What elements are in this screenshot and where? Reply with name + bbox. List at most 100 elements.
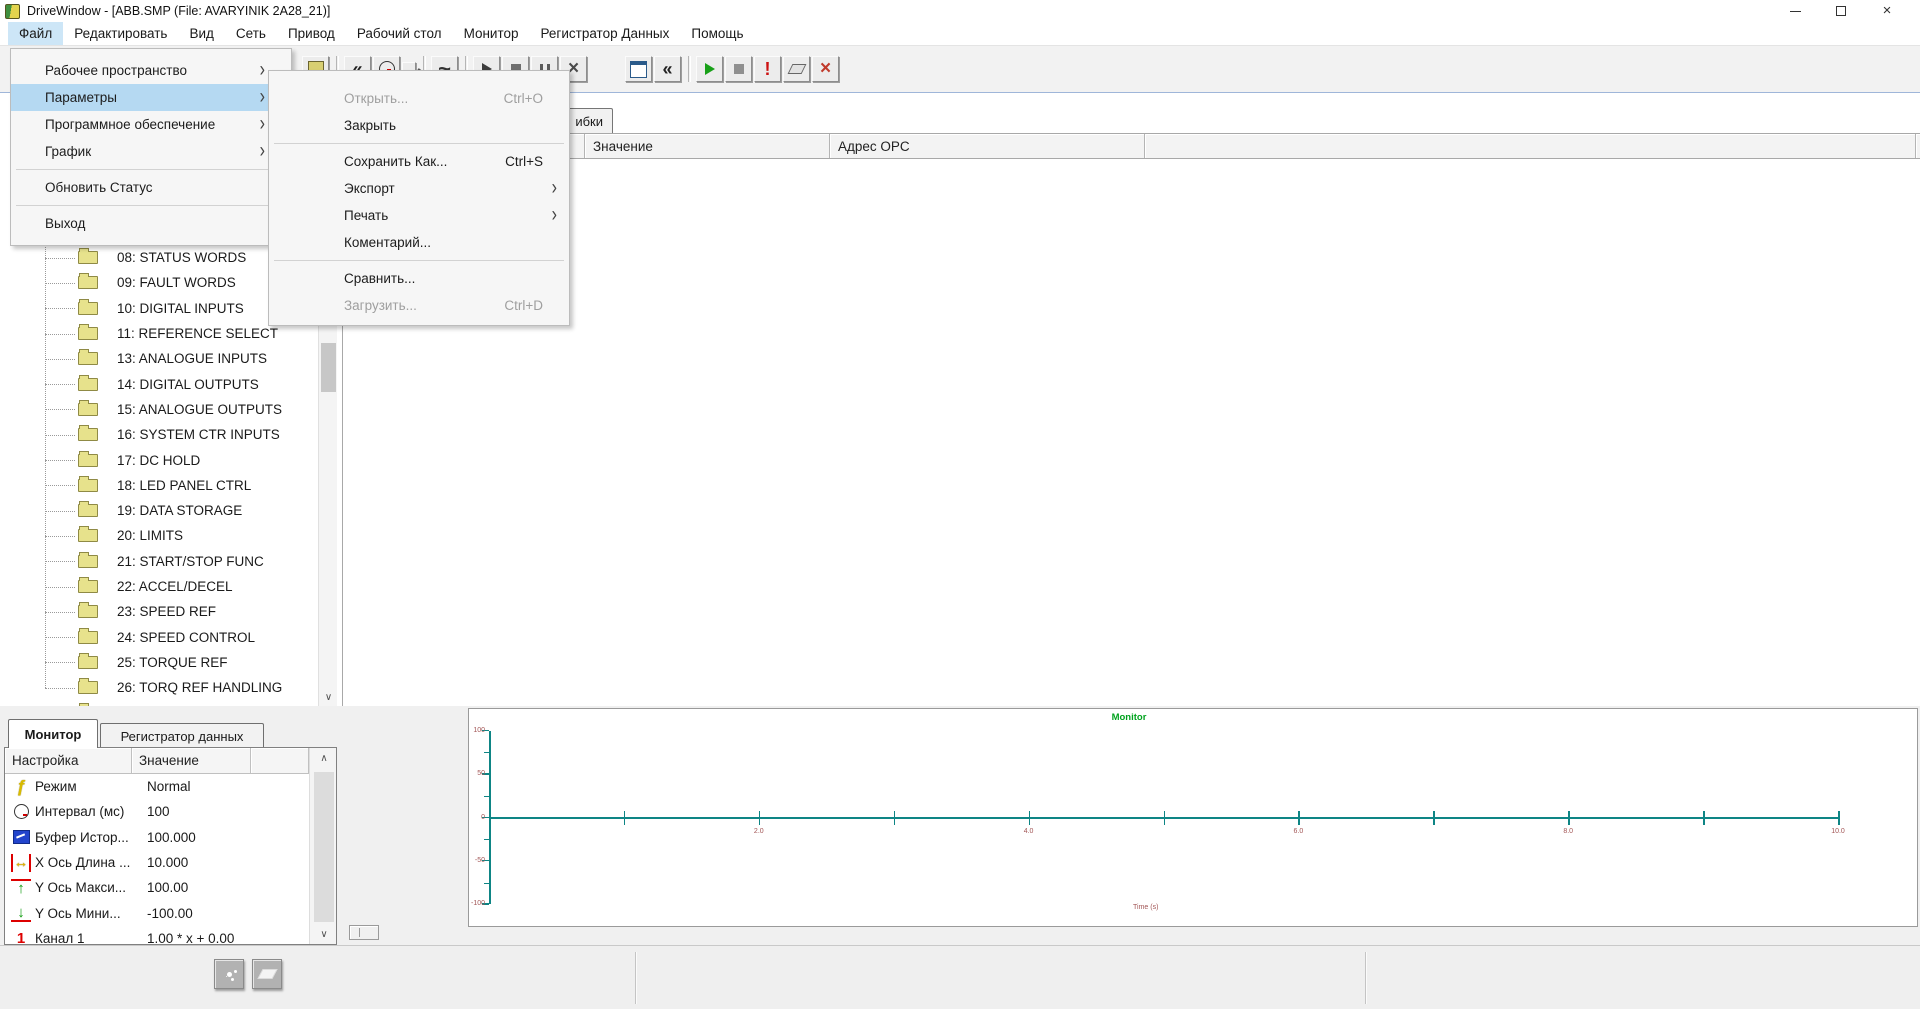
menubar-item[interactable]: Вид — [178, 22, 224, 45]
tree-item[interactable]: 25: TORQUE REF — [0, 650, 318, 675]
menubar-item[interactable]: Рабочий стол — [346, 22, 453, 45]
menubar-item[interactable]: Привод — [277, 22, 346, 45]
pane-splitter-grip[interactable] — [349, 925, 379, 940]
column-header-setting[interactable]: Настройка — [5, 748, 132, 773]
exclamation-icon[interactable] — [754, 56, 781, 82]
menubar-item[interactable]: Регистратор Данных — [530, 22, 681, 45]
play-green-icon[interactable] — [696, 56, 723, 82]
settings-row[interactable]: Буфер Истор... 100.000 — [5, 825, 309, 850]
close-x-red-icon[interactable] — [812, 56, 839, 82]
tree-item[interactable]: 17: DC HOLD — [0, 447, 318, 472]
setting-value: 100 — [147, 804, 170, 819]
tree-item[interactable]: 13: ANALOGUE INPUTS — [0, 346, 318, 371]
tab-data-logger[interactable]: Регистратор данных — [100, 723, 264, 748]
parameters-submenu: Открыть... Ctrl+O Закрыть Сохранить Как.… — [268, 70, 570, 326]
status-button-1[interactable] — [214, 959, 244, 989]
menubar-item[interactable]: Редактировать — [63, 22, 178, 45]
folder-icon — [78, 327, 98, 340]
folder-icon — [78, 681, 98, 694]
scroll-down-icon[interactable]: ∨ — [310, 926, 337, 943]
tree-connector — [45, 409, 75, 410]
close-button[interactable]: × — [1864, 0, 1910, 22]
tree-item[interactable]: 24: SPEED CONTROL — [0, 624, 318, 649]
menu-item-label: Экспорт — [344, 181, 395, 196]
menu-item[interactable] — [11, 165, 291, 174]
tab-monitor[interactable]: Монитор — [8, 719, 98, 748]
status-button-2[interactable] — [252, 959, 282, 989]
column-header-extra[interactable] — [1145, 134, 1916, 158]
chart-x-axis-label: Time (s) — [1133, 904, 1193, 911]
menu-item[interactable] — [11, 201, 291, 210]
tree-item-label: 16: SYSTEM CTR INPUTS — [117, 427, 280, 442]
menu-item[interactable] — [269, 256, 569, 265]
tree-item-label: 24: SPEED CONTROL — [117, 630, 255, 645]
settings-row[interactable]: Y Ось Макси... 100.00 — [5, 875, 309, 900]
parameters-table-header: Значение Адрес OPC — [343, 133, 1920, 159]
setting-name: Буфер Истор... — [35, 830, 141, 845]
minimize-button[interactable] — [1772, 0, 1818, 22]
menubar-item[interactable]: Файл — [8, 22, 63, 45]
tree-item[interactable]: 23: SPEED REF — [0, 599, 318, 624]
settings-row[interactable]: Режим Normal — [5, 774, 309, 799]
x-tick-label: 6.0 — [1286, 828, 1310, 835]
monitor-scrollbar[interactable]: ∧ ∨ — [309, 748, 337, 945]
menu-item[interactable]: Печать — [269, 202, 569, 229]
column-header-opc-address[interactable]: Адрес OPC — [830, 134, 1145, 158]
menu-item[interactable]: Экспорт — [269, 175, 569, 202]
tree-item[interactable]: 26: TORQ REF HANDLING — [0, 675, 318, 700]
menu-item[interactable]: Коментарий... — [269, 229, 569, 256]
scroll-down-icon[interactable]: ∨ — [319, 689, 338, 706]
tree-connector — [45, 258, 75, 259]
tree-item[interactable]: 19: DATA STORAGE — [0, 498, 318, 523]
menu-item[interactable]: Сохранить Как... Ctrl+S — [269, 148, 569, 175]
tree-item-label: 19: DATA STORAGE — [117, 503, 242, 518]
tab-monitor-label: Монитор — [25, 727, 82, 742]
tree-item[interactable]: 16: SYSTEM CTR INPUTS — [0, 422, 318, 447]
menu-item[interactable]: Сравнить... — [269, 265, 569, 292]
menu-item[interactable]: Выход — [11, 210, 291, 237]
menu-item-shortcut: Ctrl+O — [504, 91, 543, 106]
menu-item[interactable]: Рабочее пространство — [11, 57, 291, 84]
tree-item[interactable]: 15: ANALOGUE OUTPUTS — [0, 397, 318, 422]
clock-small-icon — [11, 803, 31, 821]
settings-row[interactable]: Канал 1 1.00 * x + 0.00 — [5, 926, 309, 945]
menu-item[interactable]: График — [11, 138, 291, 165]
maximize-button[interactable] — [1818, 0, 1864, 22]
stop-gray-icon[interactable] — [725, 56, 752, 82]
menu-item-label: Обновить Статус — [45, 180, 153, 195]
eraser-icon[interactable] — [783, 56, 810, 82]
tree-item[interactable]: 18: LED PANEL CTRL — [0, 473, 318, 498]
tree-connector — [45, 485, 75, 486]
menu-item[interactable]: Параметры — [11, 84, 291, 111]
menu-item[interactable]: Закрыть — [269, 112, 569, 139]
monitor-chart-pane: 100500-50-1002.04.06.08.010.0 Monitor Ti… — [468, 708, 1918, 927]
menu-item[interactable]: Загрузить... Ctrl+D — [269, 292, 569, 319]
tree-item[interactable]: 14: DIGITAL OUTPUTS — [0, 371, 318, 396]
menu-item-label: Выход — [45, 216, 85, 231]
settings-row[interactable]: X Ось Длина ... 10.000 — [5, 850, 309, 875]
menubar-item[interactable]: Сеть — [225, 22, 277, 45]
settings-row[interactable]: Y Ось Мини... -100.00 — [5, 900, 309, 925]
scroll-up-icon[interactable]: ∧ — [310, 750, 337, 767]
tree-item[interactable]: 22: ACCEL/DECEL — [0, 574, 318, 599]
menu-item[interactable] — [269, 139, 569, 148]
column-header-blank — [251, 748, 309, 773]
close-icon: × — [1883, 6, 1892, 16]
monitor-settings-panel: Монитор Регистратор данных Настройка Зна… — [4, 719, 337, 945]
menubar-item[interactable]: Помощь — [680, 22, 754, 45]
tree-item[interactable]: 21: START/STOP FUNC — [0, 549, 318, 574]
menu-item[interactable]: Программное обеспечение — [11, 111, 291, 138]
monitor-scrollbar-thumb[interactable] — [314, 772, 334, 922]
tree-scrollbar-thumb[interactable] — [321, 343, 336, 392]
column-header-setting-value[interactable]: Значение — [132, 748, 251, 773]
tree-item[interactable]: 20: LIMITS — [0, 523, 318, 548]
settings-row[interactable]: Интервал (мс) 100 — [5, 799, 309, 824]
setting-name: X Ось Длина ... — [35, 855, 141, 870]
setting-name: Интервал (мс) — [35, 804, 141, 819]
double-chevron-left-icon[interactable] — [654, 56, 681, 82]
menubar-item[interactable]: Монитор — [453, 22, 530, 45]
menu-item[interactable]: Обновить Статус — [11, 174, 291, 201]
window-edit-icon[interactable] — [625, 56, 652, 82]
menu-item[interactable]: Открыть... Ctrl+O — [269, 85, 569, 112]
column-header-value[interactable]: Значение — [585, 134, 830, 158]
